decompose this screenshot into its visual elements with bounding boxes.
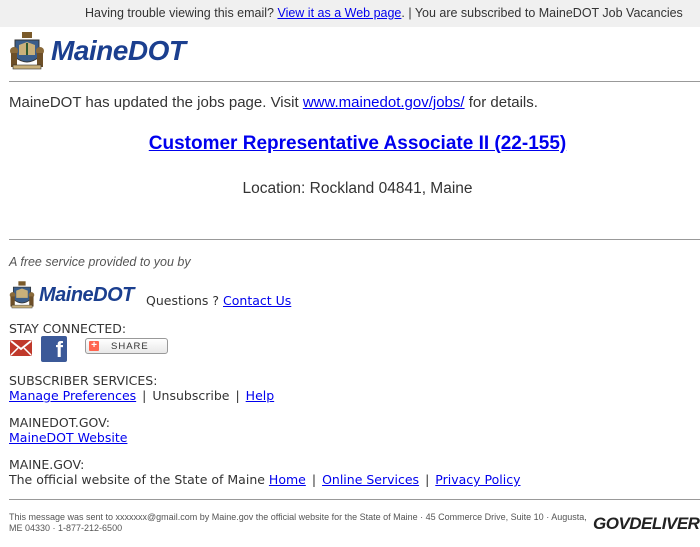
stay-connected-label: STAY CONNECTED: [9, 321, 127, 336]
subscriber-services-label: SUBSCRIBER SERVICES: [9, 373, 158, 388]
mainedot-logo: MaineDOT [9, 31, 186, 71]
subscribed-text: . | You are subscribed to MaineDOT Job V… [401, 6, 683, 20]
intro-text: MaineDOT has updated the jobs page. Visi… [9, 94, 538, 111]
mainedot-website-link[interactable]: MaineDOT Website [9, 430, 127, 445]
unsubscribe-link[interactable]: Unsubscribe [152, 388, 229, 403]
view-web-page-link[interactable]: View it as a Web page [277, 6, 401, 20]
job-title-link[interactable]: Customer Representative Associate II (22… [149, 133, 566, 154]
separator: | [142, 388, 147, 403]
email-icon[interactable] [9, 336, 33, 360]
share-label: SHARE [111, 341, 149, 352]
govdelivery-logo: GOVDELIVERY [593, 514, 700, 533]
mainedot-gov-label: MAINEDOT.GOV: [9, 415, 110, 430]
separator: | [235, 388, 240, 403]
contact-us-link[interactable]: Contact Us [223, 293, 291, 308]
mainedot-website-row: MaineDOT Website [9, 430, 127, 445]
home-link[interactable]: Home [269, 472, 306, 487]
logo-text: MaineDOT [51, 35, 186, 66]
intro-prefix: MaineDOT has updated the jobs page. Visi… [9, 94, 299, 111]
plus-icon: + [89, 341, 99, 351]
facebook-icon[interactable]: f [41, 336, 67, 362]
maine-seal-icon [10, 32, 44, 70]
divider [9, 81, 700, 82]
divider [9, 239, 700, 240]
trouble-text: Having trouble viewing this email? [85, 6, 274, 20]
share-button[interactable]: + SHARE [85, 338, 168, 354]
privacy-policy-link[interactable]: Privacy Policy [435, 472, 520, 487]
manage-preferences-link[interactable]: Manage Preferences [9, 388, 136, 403]
divider [9, 499, 700, 500]
online-services-link[interactable]: Online Services [322, 472, 419, 487]
footer-logo-text: MaineDOT [39, 283, 134, 306]
jobs-page-link[interactable]: www.mainedot.gov/jobs/ [303, 94, 465, 111]
maine-seal-icon [9, 281, 35, 309]
job-location: Location: Rockland 04841, Maine [242, 180, 473, 197]
footer-note: This message was sent to xxxxxxx@gmail.c… [9, 512, 587, 533]
separator: | [425, 472, 430, 487]
job-title-container: Customer Representative Associate II (22… [0, 133, 700, 155]
intro-suffix: for details. [468, 94, 538, 111]
email-top-bar: Having trouble viewing this email? View … [0, 0, 700, 27]
free-service-text: A free service provided to you by [9, 255, 191, 269]
separator: | [311, 472, 317, 487]
footer-mainedot-logo: MaineDOT [9, 280, 134, 310]
official-website-text: The official website of the State of Mai… [9, 472, 265, 487]
help-link[interactable]: Help [246, 388, 275, 403]
subscriber-links: Manage Preferences | Unsubscribe | Help [9, 388, 274, 403]
questions-row: Questions ? Contact Us [146, 293, 291, 308]
questions-text: Questions ? [146, 293, 220, 308]
maine-gov-links: The official website of the State of Mai… [9, 472, 520, 487]
maine-gov-label: MAINE.GOV: [9, 457, 85, 472]
